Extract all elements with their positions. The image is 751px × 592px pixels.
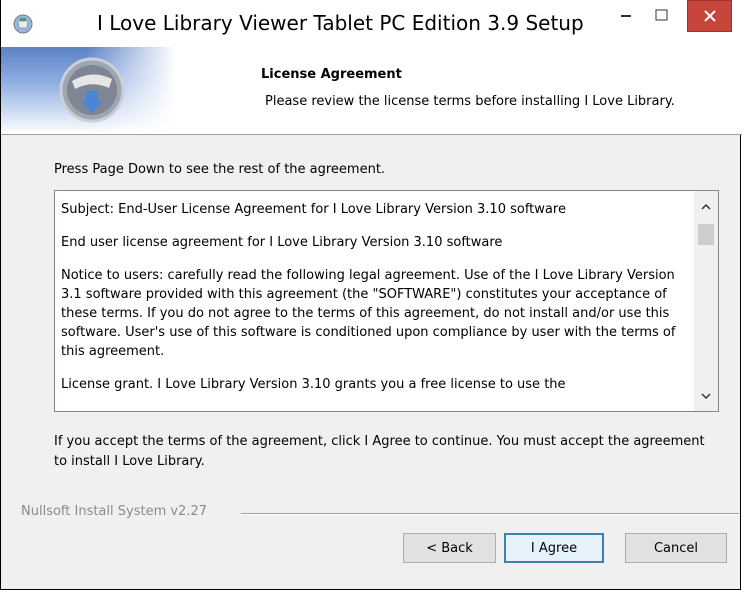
setup-window: I Love Library Viewer Tablet PC Edition … [0,0,742,590]
vertical-scrollbar[interactable] [694,191,718,411]
license-text: Subject: End-User License Agreement for … [61,200,686,408]
scroll-down-button[interactable] [694,387,718,405]
title-bar[interactable]: I Love Library Viewer Tablet PC Edition … [1,0,742,47]
chevron-down-icon [701,392,711,399]
minimize-button[interactable] [609,0,643,30]
header-banner [1,47,176,134]
scroll-thumb[interactable] [698,224,714,245]
license-paragraph: End user license agreement for I Love Li… [61,235,503,250]
scroll-up-button[interactable] [694,197,718,215]
license-text-area[interactable]: Subject: End-User License Agreement for … [54,190,719,412]
page-subtitle: Please review the license terms before i… [265,94,675,109]
page-title: License Agreement [261,67,402,82]
license-paragraph: Notice to users: carefully read the foll… [61,268,676,359]
chevron-up-icon [701,203,711,210]
nsis-branding: Nullsoft Install System v2.27 [21,504,208,519]
maximize-button[interactable] [644,0,678,30]
close-button[interactable] [687,0,732,32]
footer-divider [241,513,739,515]
license-paragraph: License grant. I Love Library Version 3.… [61,377,566,392]
maximize-icon [655,9,667,21]
license-paragraph: Subject: End-User License Agreement for … [61,202,566,217]
page-down-hint: Press Page Down to see the rest of the a… [54,162,386,177]
header-panel: License Agreement Please review the lice… [1,47,742,135]
accept-instructions: If you accept the terms of the agreement… [54,434,705,469]
cancel-button[interactable]: Cancel [625,533,727,563]
i-agree-button[interactable]: I Agree [504,533,604,563]
minimize-icon [621,15,631,17]
window-title: I Love Library Viewer Tablet PC Edition … [97,11,584,35]
installer-disc-icon [59,57,125,123]
close-icon [703,10,716,22]
installer-app-icon [13,14,33,34]
back-button[interactable]: < Back [403,533,496,563]
